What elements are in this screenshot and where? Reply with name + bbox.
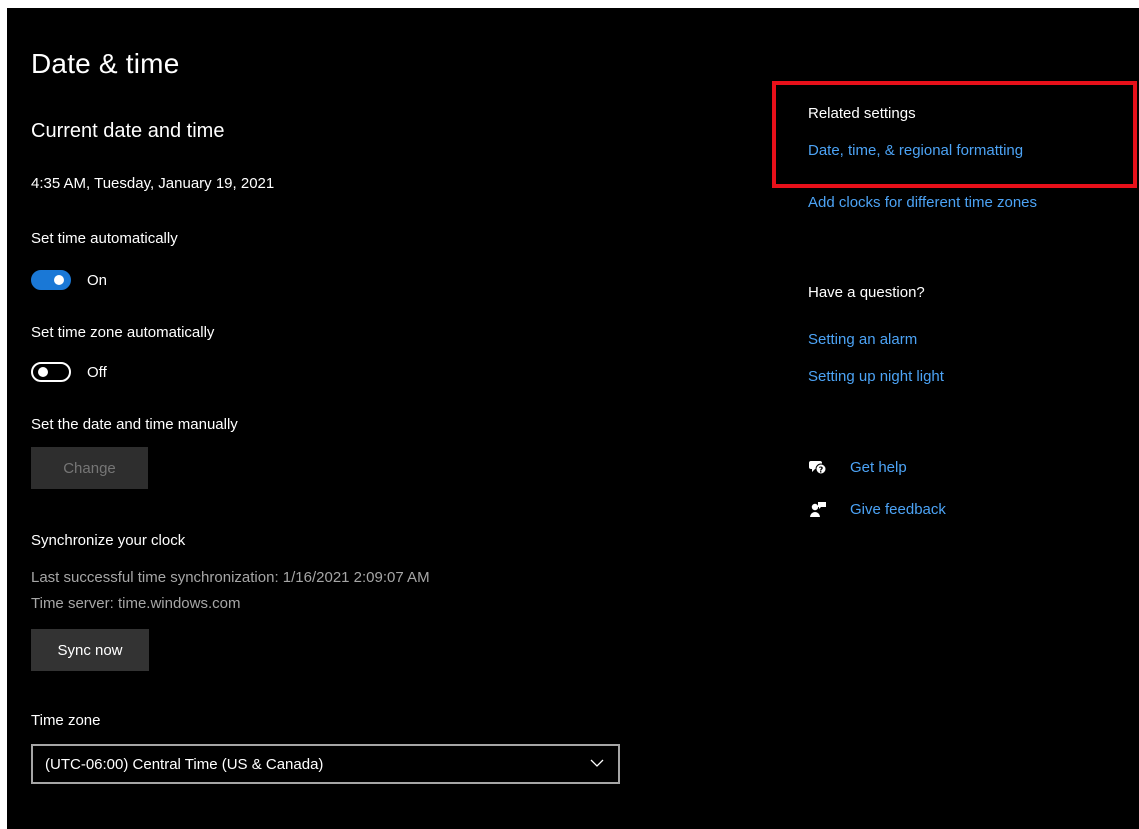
- current-date-time-heading: Current date and time: [31, 120, 225, 142]
- add-clocks-link[interactable]: Add clocks for different time zones: [808, 194, 1037, 211]
- have-a-question-heading: Have a question?: [808, 284, 925, 301]
- set-time-automatically-row: On: [31, 270, 107, 290]
- setting-up-night-light-link[interactable]: Setting up night light: [808, 368, 944, 385]
- related-settings-heading: Related settings: [808, 105, 916, 122]
- get-help-link: Get help: [850, 458, 907, 476]
- toggle-knob: [54, 275, 64, 285]
- set-time-automatically-state: On: [87, 271, 108, 289]
- svg-text:?: ?: [819, 466, 824, 475]
- current-datetime-value: 4:35 AM, Tuesday, January 19, 2021: [31, 175, 275, 192]
- time-zone-selected-value: (UTC-06:00) Central Time (US & Canada): [45, 755, 324, 773]
- synchronize-clock-heading: Synchronize your clock: [31, 532, 186, 549]
- time-server-text: Time server: time.windows.com: [31, 595, 241, 612]
- set-time-zone-automatically-state: Off: [87, 363, 107, 381]
- give-feedback-icon: [810, 502, 826, 517]
- time-zone-label: Time zone: [31, 712, 101, 729]
- chevron-down-icon: [590, 759, 604, 767]
- get-help-row[interactable]: ? Get help: [808, 457, 907, 477]
- get-help-icon: ?: [809, 461, 827, 475]
- regional-formatting-link[interactable]: Date, time, & regional formatting: [808, 142, 1023, 159]
- setting-an-alarm-link[interactable]: Setting an alarm: [808, 331, 917, 348]
- toggle-knob: [38, 367, 48, 377]
- settings-window: Date & time Current date and time 4:35 A…: [7, 8, 1139, 829]
- time-zone-dropdown[interactable]: (UTC-06:00) Central Time (US & Canada): [31, 744, 620, 784]
- last-sync-text: Last successful time synchronization: 1/…: [31, 569, 430, 586]
- set-time-automatically-toggle[interactable]: [31, 270, 71, 290]
- give-feedback-row[interactable]: Give feedback: [808, 499, 946, 519]
- sync-now-button[interactable]: Sync now: [31, 629, 149, 671]
- give-feedback-link: Give feedback: [850, 500, 946, 518]
- set-date-time-manually-label: Set the date and time manually: [31, 416, 238, 433]
- set-time-zone-automatically-label: Set time zone automatically: [31, 324, 215, 341]
- set-time-zone-automatically-toggle[interactable]: [31, 362, 71, 382]
- set-time-zone-automatically-row: Off: [31, 362, 107, 382]
- page-title: Date & time: [31, 48, 180, 79]
- highlight-box: [772, 81, 1137, 188]
- set-time-automatically-label: Set time automatically: [31, 230, 178, 247]
- change-button[interactable]: Change: [31, 447, 148, 489]
